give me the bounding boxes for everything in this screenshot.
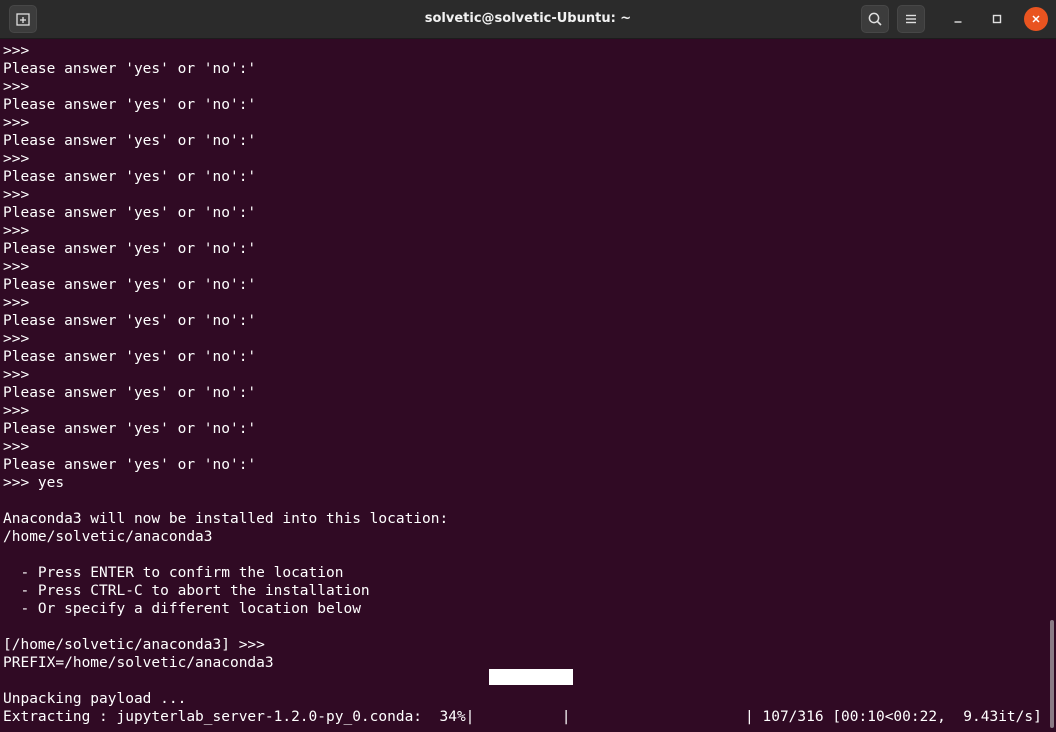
- terminal-line: >>>: [3, 151, 30, 167]
- terminal-line: Please answer 'yes' or 'no':': [3, 457, 257, 473]
- terminal-line: - Or specify a different location below: [3, 601, 361, 617]
- progress-bar-fill: [489, 669, 573, 685]
- terminal-line: Please answer 'yes' or 'no':': [3, 133, 257, 149]
- terminal-line: >>>: [3, 259, 30, 275]
- terminal-line: /home/solvetic/anaconda3: [3, 529, 213, 545]
- terminal-line: >>>: [3, 403, 30, 419]
- hamburger-menu-icon: [906, 14, 916, 24]
- maximize-button[interactable]: [985, 7, 1009, 31]
- terminal-line: - Press CTRL-C to abort the installation: [3, 583, 370, 599]
- terminal-line: Please answer 'yes' or 'no':': [3, 61, 257, 77]
- close-icon: [1032, 15, 1040, 23]
- terminal-line: Please answer 'yes' or 'no':': [3, 97, 257, 113]
- terminal-line: - Press ENTER to confirm the location: [3, 565, 344, 581]
- terminal-line: >>> yes: [3, 475, 65, 491]
- terminal-line: Please answer 'yes' or 'no':': [3, 385, 257, 401]
- terminal-line: Please answer 'yes' or 'no':': [3, 169, 257, 185]
- title-bar[interactable]: solvetic@solvetic-Ubuntu: ~: [0, 0, 1056, 39]
- maximize-icon: [992, 14, 1002, 24]
- terminal-line: Please answer 'yes' or 'no':': [3, 205, 257, 221]
- terminal-line: Please answer 'yes' or 'no':': [3, 421, 257, 437]
- search-button[interactable]: [861, 5, 889, 33]
- terminal-line: [/home/solvetic/anaconda3] >>>: [3, 637, 265, 653]
- close-button[interactable]: [1024, 7, 1048, 31]
- terminal-line: >>>: [3, 79, 30, 95]
- terminal-line: >>>: [3, 331, 30, 347]
- terminal-line: >>>: [3, 367, 30, 383]
- terminal-line: Please answer 'yes' or 'no':': [3, 241, 257, 257]
- terminal-line: >>>: [3, 439, 30, 455]
- terminal-line: >>>: [3, 223, 30, 239]
- terminal-output[interactable]: >>> Please answer 'yes' or 'no':' >>> Pleas…: [0, 39, 1050, 732]
- scrollbar-thumb[interactable]: [1050, 620, 1054, 728]
- terminal-window: solvetic@solvetic-Ubuntu: ~ >>> Please a…: [0, 0, 1056, 732]
- terminal-line: Unpacking payload ...: [3, 691, 187, 707]
- terminal-line: >>>: [3, 43, 30, 59]
- terminal-line: Please answer 'yes' or 'no':': [3, 349, 257, 365]
- minimize-icon: [954, 21, 962, 23]
- terminal-line: Please answer 'yes' or 'no':': [3, 313, 257, 329]
- menu-button[interactable]: [897, 5, 925, 33]
- terminal-line: Please answer 'yes' or 'no':': [3, 277, 257, 293]
- terminal-line: PREFIX=/home/solvetic/anaconda3: [3, 655, 274, 671]
- terminal-line: >>>: [3, 115, 30, 131]
- minimize-button[interactable]: [946, 7, 970, 31]
- terminal-line: >>>: [3, 187, 30, 203]
- terminal-line: Extracting : jupyterlab_server-1.2.0-py_…: [3, 709, 1042, 725]
- terminal-line: Anaconda3 will now be installed into thi…: [3, 511, 449, 527]
- terminal-line: >>>: [3, 295, 30, 311]
- search-icon: [868, 12, 882, 26]
